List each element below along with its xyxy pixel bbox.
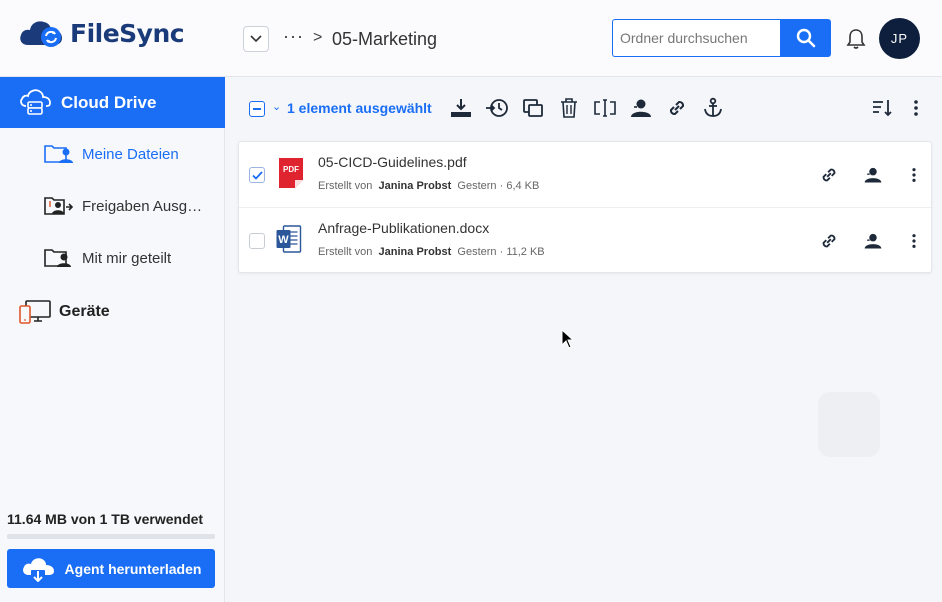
sort-icon (873, 100, 892, 117)
share-user-icon (864, 167, 882, 183)
cloud-drive-icon (20, 88, 51, 115)
user-avatar[interactable]: JP (879, 18, 920, 59)
download-agent-label: Agent herunterladen (64, 560, 202, 577)
folder-share-out-icon (44, 197, 74, 215)
file-meta: Erstellt von Janina Probst Gestern · 6,4… (318, 180, 540, 192)
row-share-link-button[interactable] (817, 163, 841, 187)
share-user-icon (864, 233, 882, 249)
restore-icon (486, 99, 508, 117)
toolbar-more-button[interactable] (903, 95, 929, 121)
file-list: PDF 05-CICD-Guidelines.pdf Erstellt von … (238, 141, 932, 273)
sidebar-item-cloud-drive[interactable]: Cloud Drive (0, 77, 225, 128)
share-user-icon (631, 99, 651, 117)
sidebar-item-devices[interactable]: Geräte (19, 299, 110, 325)
row-more-button[interactable] (902, 163, 926, 187)
rename-icon (594, 99, 616, 117)
word-file-icon: W (276, 225, 302, 253)
pdf-file-icon: PDF (279, 158, 303, 188)
sidebar-item-label: Meine Dateien (82, 145, 179, 163)
breadcrumb-ellipsis[interactable]: ··· (283, 26, 304, 46)
app-name: FileSync (70, 18, 185, 48)
link-icon (822, 234, 836, 248)
bell-icon (846, 29, 866, 49)
file-meta: Erstellt von Janina Probst Gestern · 11,… (318, 246, 545, 258)
file-row[interactable]: W Anfrage-Publikationen.docx Erstellt vo… (239, 207, 931, 273)
copy-icon (523, 99, 543, 117)
share-user-button[interactable] (628, 95, 654, 121)
file-row[interactable]: PDF 05-CICD-Guidelines.pdf Erstellt von … (239, 142, 931, 208)
svg-text:W: W (278, 234, 289, 246)
cloud-sync-logo-icon (20, 21, 62, 47)
copy-button[interactable] (520, 95, 546, 121)
breadcrumb-current-folder: 05-Marketing (332, 29, 438, 49)
rename-button[interactable] (592, 95, 618, 121)
sidebar-item-my-files[interactable]: Meine Dateien (44, 142, 179, 166)
row-more-button[interactable] (902, 229, 926, 253)
share-link-button[interactable] (664, 95, 690, 121)
search-box (612, 19, 831, 57)
link-icon (822, 168, 836, 182)
devices-icon (19, 300, 51, 324)
selection-menu-caret[interactable]: ⌄ (272, 100, 281, 113)
row-share-user-button[interactable] (861, 229, 885, 253)
download-agent-button[interactable]: Agent herunterladen (7, 549, 215, 588)
checkmark-icon (251, 170, 263, 180)
row-checkbox[interactable] (249, 167, 265, 183)
notifications-button[interactable] (843, 26, 869, 52)
more-vertical-icon (912, 234, 916, 248)
breadcrumb-dropdown-button[interactable] (243, 26, 269, 52)
file-name[interactable]: 05-CICD-Guidelines.pdf (318, 154, 467, 170)
anchor-icon (704, 97, 722, 117)
file-name[interactable]: Anfrage-Publikationen.docx (318, 220, 489, 236)
trash-icon (561, 98, 577, 118)
cloud-download-icon (22, 557, 54, 582)
select-all-checkbox[interactable] (249, 101, 265, 117)
sort-button[interactable] (869, 95, 895, 121)
sidebar: Cloud Drive Meine Dateien Freigaben Ausg… (0, 77, 225, 602)
row-share-link-button[interactable] (817, 229, 841, 253)
storage-usage-bar (7, 534, 215, 539)
folder-shared-with-me-icon (44, 249, 71, 267)
sidebar-item-label: Geräte (59, 303, 110, 320)
row-checkbox[interactable] (249, 233, 265, 249)
chevron-down-icon (250, 35, 262, 43)
sidebar-item-shares-out[interactable]: Freigaben Ausg… (44, 194, 202, 218)
storage-usage-text: 11.64 MB von 1 TB verwendet (7, 511, 204, 527)
more-vertical-icon (912, 168, 916, 182)
delete-button[interactable] (556, 95, 582, 121)
search-button[interactable] (780, 19, 831, 57)
selection-toolbar: ⌄ 1 element ausgewählt (226, 78, 942, 138)
restore-version-button[interactable] (484, 95, 510, 121)
drop-zone-placeholder (818, 392, 880, 457)
top-header: FileSync ··· > 05-Marketing JP (0, 0, 942, 77)
sidebar-item-label: Mit mir geteilt (82, 249, 172, 267)
row-share-user-button[interactable] (861, 163, 885, 187)
sidebar-item-label: Freigaben Ausg… (82, 197, 203, 215)
sidebar-item-shared-with-me[interactable]: Mit mir geteilt (44, 246, 171, 270)
svg-text:PDF: PDF (283, 165, 299, 174)
app-logo[interactable]: FileSync (18, 18, 185, 48)
breadcrumb-separator: > (313, 29, 323, 46)
search-input[interactable] (612, 19, 780, 57)
selection-count-label[interactable]: 1 element ausgewählt (287, 100, 432, 116)
download-button[interactable] (448, 95, 474, 121)
mouse-cursor-icon (561, 329, 575, 349)
anchor-button[interactable] (700, 95, 726, 121)
link-icon (669, 100, 685, 116)
sidebar-item-label: Cloud Drive (61, 92, 157, 112)
folder-user-icon (44, 145, 73, 163)
search-icon (796, 28, 815, 48)
more-vertical-icon (914, 100, 918, 116)
download-icon (451, 99, 471, 117)
